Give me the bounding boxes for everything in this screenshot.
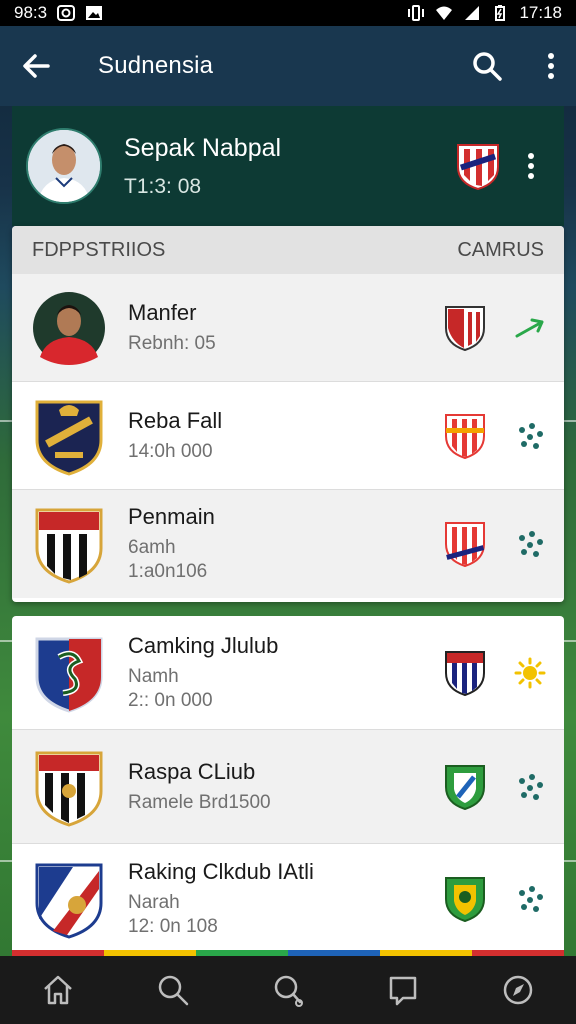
dots-cluster-icon[interactable]	[514, 528, 546, 560]
player-avatar	[32, 288, 106, 368]
club-crest-icon	[445, 650, 485, 696]
list-header-right[interactable]: CAMRUS	[457, 239, 544, 262]
team-meta: Rebnh: 05	[128, 332, 216, 354]
featured-name: Sepak Nabpal	[124, 133, 282, 162]
club-crest-icon	[445, 522, 485, 568]
team-meta-secondary: 1:a0n106	[128, 561, 208, 582]
club-crest-icon	[445, 413, 485, 459]
list-header-left: FDPPSTRIIOS	[32, 238, 166, 261]
team-name: Raspa CLiub	[128, 758, 256, 784]
team-name: Manfer	[128, 299, 197, 325]
list-item[interactable]: Camking Jlulub Namh 2:: 0n 000	[12, 616, 564, 730]
list-item[interactable]: Raspa CLiub Ramele Brd1500	[12, 730, 564, 844]
team-meta: Ramele Brd1500	[128, 791, 271, 813]
club-crest-icon	[445, 877, 485, 923]
more-vertical-icon[interactable]	[546, 52, 556, 80]
list-item[interactable]: Reba Fall 14:0h 000	[12, 382, 564, 490]
vibrate-icon	[408, 5, 425, 21]
team-meta: Namh	[128, 665, 179, 687]
wifi-icon	[436, 6, 453, 20]
team-logo	[32, 396, 106, 476]
team-list-card-secondary: Camking Jlulub Namh 2:: 0n 000 Raspa CLi…	[12, 616, 564, 954]
club-crest-icon	[457, 144, 499, 191]
team-list-card: FDPPSTRIIOS CAMRUS Manfer Rebnh: 05 Reba…	[12, 226, 564, 602]
team-meta: Narah	[128, 892, 180, 913]
bottom-navigation	[0, 956, 576, 1024]
app-bar: Sudnensia	[0, 26, 576, 106]
player-avatar	[26, 128, 102, 204]
team-meta-secondary: 2:: 0n 000	[128, 689, 213, 711]
signal-icon	[465, 6, 480, 20]
compass-icon[interactable]	[500, 972, 536, 1008]
image-icon	[86, 6, 103, 20]
list-header: FDPPSTRIIOS CAMRUS	[12, 226, 564, 274]
dots-cluster-icon[interactable]	[514, 771, 546, 803]
app-title: Sudnensia	[98, 52, 214, 79]
club-crest-icon	[445, 305, 485, 351]
back-arrow-icon[interactable]	[20, 49, 54, 83]
dots-cluster-icon[interactable]	[514, 420, 546, 452]
home-icon[interactable]	[40, 972, 76, 1008]
sun-icon[interactable]	[514, 657, 546, 689]
notification-icon	[57, 5, 76, 21]
search-icon[interactable]	[470, 49, 504, 83]
team-name: Penmain	[128, 504, 215, 529]
list-item[interactable]: Manfer Rebnh: 05	[12, 274, 564, 382]
team-name: Reba Fall	[128, 407, 223, 433]
team-meta: 6amh	[128, 537, 176, 558]
status-time-left: 98:3	[14, 3, 48, 22]
trend-up-arrow-icon[interactable]	[514, 312, 546, 344]
dots-cluster-icon[interactable]	[514, 883, 546, 915]
more-vertical-icon[interactable]	[526, 152, 536, 180]
chat-icon[interactable]	[385, 972, 421, 1008]
team-meta-secondary: 12: 0n 108	[128, 916, 218, 937]
team-logo	[32, 747, 106, 827]
team-logo	[32, 859, 106, 939]
team-name: Raking Clkdub IAtli	[128, 859, 314, 884]
team-meta: 14:0h 000	[128, 440, 213, 462]
list-item[interactable]: Penmain 6amh 1:a0n106	[12, 490, 564, 598]
battery-icon	[495, 5, 506, 21]
status-bar: 98:3 17:18	[0, 0, 576, 26]
featured-player[interactable]: Sepak Nabpal T1:3: 08	[12, 106, 564, 226]
team-logo	[32, 504, 106, 584]
team-logo	[32, 633, 106, 713]
club-crest-icon	[445, 764, 485, 810]
featured-time: T1:3: 08	[124, 174, 202, 198]
explore-icon[interactable]	[270, 972, 306, 1008]
status-time: 17:18	[519, 3, 562, 22]
search-icon[interactable]	[155, 972, 191, 1008]
team-name: Camking Jlulub	[128, 632, 279, 658]
list-item[interactable]: Raking Clkdub IAtli Narah 12: 0n 108	[12, 844, 564, 954]
